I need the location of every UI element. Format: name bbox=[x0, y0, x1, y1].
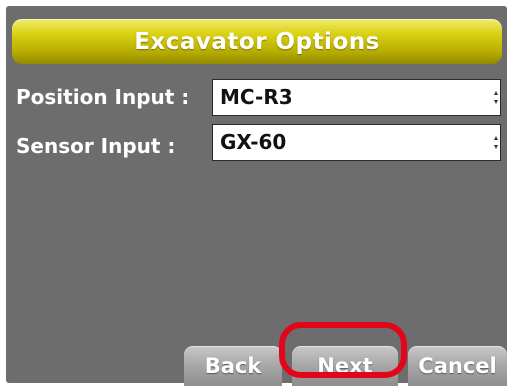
next-button[interactable]: Next bbox=[292, 346, 398, 386]
back-button[interactable]: Back bbox=[184, 346, 282, 386]
dropdown-arrow-icon[interactable] bbox=[493, 91, 498, 104]
next-button-label: Next bbox=[317, 354, 373, 378]
options-screen: Excavator Options Position Input : MC-R3… bbox=[6, 6, 507, 386]
title-bar: Excavator Options bbox=[12, 19, 502, 64]
cancel-button[interactable]: Cancel bbox=[408, 346, 507, 386]
sensor-input-select[interactable]: GX-60 bbox=[212, 124, 501, 161]
dropdown-arrow-icon[interactable] bbox=[493, 136, 498, 149]
back-button-label: Back bbox=[204, 354, 262, 378]
sensor-input-value: GX-60 bbox=[220, 130, 287, 154]
position-input-select[interactable]: MC-R3 bbox=[212, 79, 501, 116]
cancel-button-label: Cancel bbox=[418, 354, 497, 378]
position-input-label: Position Input : bbox=[16, 85, 190, 109]
position-input-value: MC-R3 bbox=[220, 85, 293, 109]
page-title: Excavator Options bbox=[134, 28, 380, 55]
sensor-input-label: Sensor Input : bbox=[16, 134, 176, 158]
